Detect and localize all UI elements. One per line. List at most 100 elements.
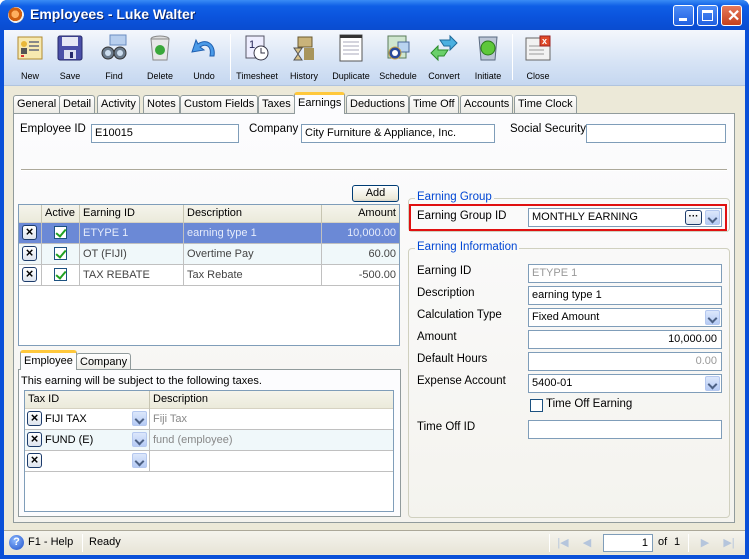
company-field[interactable]: City Furniture & Appliance, Inc. bbox=[301, 124, 495, 143]
first-page-icon[interactable]: |◀ bbox=[556, 536, 570, 550]
history-button[interactable]: History bbox=[282, 32, 326, 84]
close-window-button[interactable]: ✕ bbox=[721, 5, 742, 26]
tax-row[interactable]: × bbox=[25, 451, 393, 472]
employee-id-field[interactable]: E10015 bbox=[91, 124, 239, 143]
find-button[interactable]: Find bbox=[92, 32, 136, 84]
toolbar: New Save Find Delete Undo 1 Timesheet Hi… bbox=[4, 30, 745, 86]
initiate-button[interactable]: Initiate bbox=[466, 32, 510, 84]
duplicate-button[interactable]: Duplicate bbox=[329, 32, 373, 84]
tax-row[interactable]: × FUND (E) fund (employee) bbox=[25, 430, 393, 451]
tab-time-off[interactable]: Time Off bbox=[409, 95, 459, 113]
amount-field[interactable]: 10,000.00 bbox=[528, 330, 722, 349]
delete-row-icon[interactable]: × bbox=[27, 453, 42, 468]
earning-group-id-field[interactable]: MONTHLY EARNING ··· bbox=[528, 208, 722, 227]
next-page-icon[interactable]: ▶ bbox=[698, 536, 712, 550]
tab-notes[interactable]: Notes bbox=[143, 95, 180, 113]
amount-cell: -500.00 bbox=[358, 269, 396, 281]
delete-row-icon[interactable]: × bbox=[22, 225, 37, 240]
undo-button[interactable]: Undo bbox=[182, 32, 226, 84]
description-field[interactable]: earning type 1 bbox=[528, 286, 722, 305]
earning-info-title: Earning Information bbox=[415, 241, 520, 253]
tab-accounts[interactable]: Accounts bbox=[460, 95, 514, 113]
tax-id-cell[interactable]: FUND (E) bbox=[45, 430, 93, 450]
earnings-row[interactable]: × OT (FIJI) Overtime Pay 60.00 bbox=[19, 244, 399, 265]
time-off-id-field[interactable] bbox=[528, 420, 722, 439]
tab-earnings[interactable]: Earnings bbox=[294, 92, 346, 114]
default-hours-field[interactable]: 0.00 bbox=[528, 352, 722, 371]
tax-description-cell: Fiji Tax bbox=[153, 413, 188, 425]
earnings-row[interactable]: × ETYPE 1 earning type 1 10,000.00 bbox=[19, 223, 399, 244]
col-description[interactable]: Description bbox=[184, 205, 322, 223]
col-earning-id[interactable]: Earning ID bbox=[80, 205, 184, 223]
undo-arrow-icon bbox=[191, 38, 215, 57]
status-separator bbox=[549, 534, 550, 552]
add-earning-button[interactable]: Add bbox=[352, 185, 399, 202]
tab-deductions[interactable]: Deductions bbox=[346, 95, 410, 113]
tab-custom-fields[interactable]: Custom Fields bbox=[180, 95, 259, 113]
status-separator bbox=[688, 534, 689, 552]
chevron-down-icon[interactable] bbox=[705, 376, 720, 391]
earning-group-id-label: Earning Group ID bbox=[417, 210, 507, 222]
tab-detail[interactable]: Detail bbox=[59, 95, 96, 113]
description-cell: earning type 1 bbox=[184, 223, 322, 243]
col-tax-id[interactable]: Tax ID bbox=[25, 391, 150, 409]
maximize-button[interactable] bbox=[697, 5, 718, 26]
delete-row-icon[interactable]: × bbox=[22, 267, 37, 282]
schedule-button[interactable]: Schedule bbox=[376, 32, 420, 84]
binoculars-icon bbox=[101, 34, 127, 60]
page-number-field[interactable]: 1 bbox=[603, 534, 653, 552]
col-active[interactable]: Active bbox=[42, 205, 80, 223]
delete-row-icon[interactable]: × bbox=[27, 432, 42, 447]
calculation-type-value: Fixed Amount bbox=[532, 311, 600, 323]
tax-id-cell[interactable]: FIJI TAX bbox=[45, 409, 87, 429]
close-button[interactable]: x Close bbox=[516, 32, 560, 84]
calculation-type-label: Calculation Type bbox=[417, 309, 502, 321]
close-window-icon: x bbox=[525, 35, 551, 61]
chevron-down-icon[interactable] bbox=[705, 310, 720, 325]
taxes-caption: This earning will be subject to the foll… bbox=[21, 375, 262, 387]
tab-activity[interactable]: Activity bbox=[97, 95, 140, 113]
tab-taxes[interactable]: Taxes bbox=[258, 95, 295, 113]
subtab-company[interactable]: Company bbox=[76, 353, 132, 370]
active-checkbox[interactable] bbox=[54, 247, 67, 260]
social-security-field[interactable] bbox=[586, 124, 726, 143]
tax-row[interactable]: × FIJI TAX Fiji Tax bbox=[25, 409, 393, 430]
app-icon bbox=[8, 7, 24, 23]
tab-general[interactable]: General bbox=[13, 95, 61, 113]
chevron-down-icon[interactable] bbox=[132, 453, 147, 468]
active-checkbox[interactable] bbox=[54, 226, 67, 239]
subtab-employee[interactable]: Employee bbox=[20, 350, 77, 370]
earning-id-cell: ETYPE 1 bbox=[80, 223, 184, 243]
delete-row-icon[interactable]: × bbox=[22, 246, 37, 261]
expense-account-select[interactable]: 5400-01 bbox=[528, 374, 722, 393]
initiate-label: Initiate bbox=[474, 71, 502, 81]
minimize-button[interactable] bbox=[673, 5, 694, 26]
help-icon[interactable]: ? bbox=[9, 535, 24, 550]
calculation-type-select[interactable]: Fixed Amount bbox=[528, 308, 722, 327]
help-label[interactable]: F1 - Help bbox=[28, 536, 73, 548]
earning-id-field[interactable]: ETYPE 1 bbox=[528, 264, 722, 283]
active-checkbox[interactable] bbox=[54, 268, 67, 281]
main-area: General Detail Activity Notes Custom Fie… bbox=[4, 87, 745, 527]
time-off-earning-checkbox[interactable] bbox=[530, 399, 543, 412]
undo-label: Undo bbox=[193, 71, 215, 81]
title-bar[interactable]: Employees - Luke Walter ✕ bbox=[0, 0, 749, 30]
last-page-icon[interactable]: ▶| bbox=[722, 536, 736, 550]
close-label: Close bbox=[526, 71, 550, 81]
col-tax-description[interactable]: Description bbox=[150, 391, 393, 409]
col-amount[interactable]: Amount bbox=[322, 205, 399, 223]
earning-id-label: Earning ID bbox=[417, 265, 472, 277]
chevron-down-icon[interactable] bbox=[132, 432, 147, 447]
prev-page-icon[interactable]: ◀ bbox=[580, 536, 594, 550]
chevron-down-icon[interactable] bbox=[705, 210, 720, 225]
window-title: Employees - Luke Walter bbox=[30, 6, 196, 22]
taxes-panel: This earning will be subject to the foll… bbox=[18, 369, 401, 517]
description-cell: Tax Rebate bbox=[184, 265, 322, 285]
earnings-row[interactable]: × TAX REBATE Tax Rebate -500.00 bbox=[19, 265, 399, 286]
delete-row-icon[interactable]: × bbox=[27, 411, 42, 426]
timesheet-button[interactable]: 1 Timesheet bbox=[235, 32, 279, 84]
tab-time-clock[interactable]: Time Clock bbox=[514, 95, 577, 113]
earning-group-id-value: MONTHLY EARNING bbox=[532, 211, 638, 223]
ellipsis-button[interactable]: ··· bbox=[685, 210, 702, 225]
chevron-down-icon[interactable] bbox=[132, 411, 147, 426]
